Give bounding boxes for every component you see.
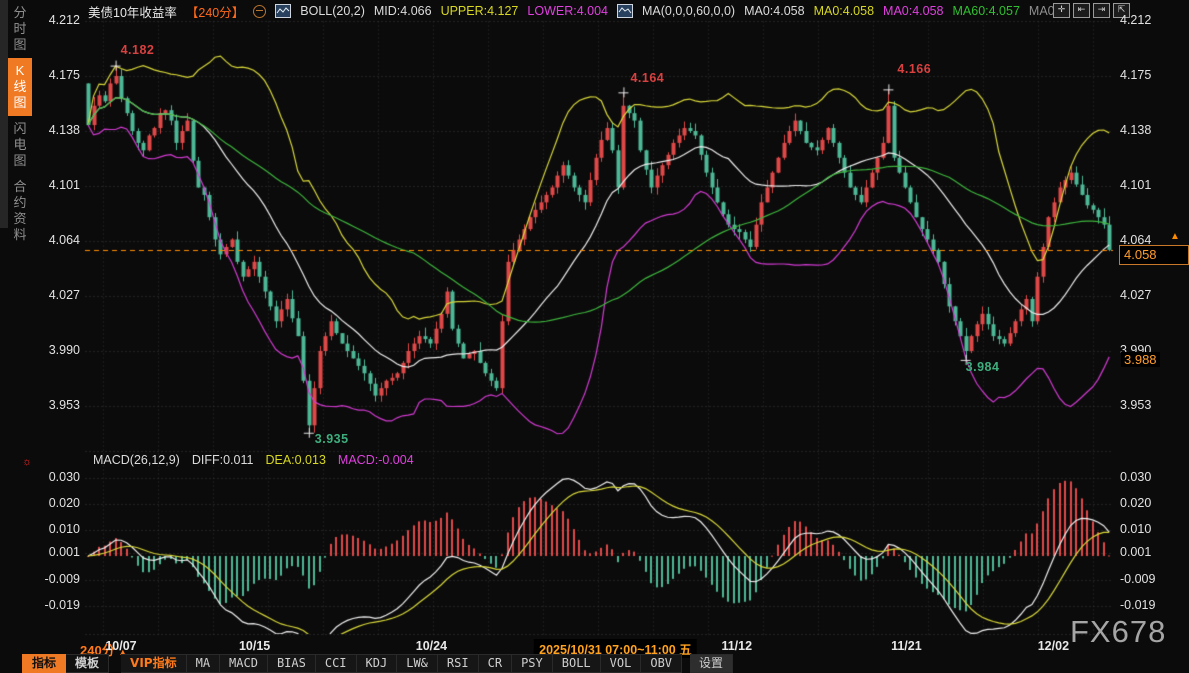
macd-header: MACD(26,12,9) DIFF:0.011 DEA:0.013 MACD:…	[93, 453, 414, 467]
axis-tick: 4.064	[34, 233, 80, 247]
axis-tick: -0.019	[34, 598, 80, 612]
sidebar-item-contract-info[interactable]: 合约资料	[8, 174, 32, 248]
ma-indicator-icon	[617, 4, 633, 18]
boll-lower-value: LOWER:4.004	[527, 4, 608, 18]
ma0-yellow-value: MA0:4.058	[814, 4, 874, 18]
ma0-magenta-value: MA0:4.058	[883, 4, 943, 18]
macd-diff-value: DIFF:0.011	[192, 453, 254, 467]
axis-tick: 4.101	[34, 178, 80, 192]
time-label: 12/02	[1038, 639, 1069, 653]
macd-dea-value: DEA:0.013	[265, 453, 325, 467]
toolbar-button-kdj[interactable]: KDJ	[357, 654, 398, 673]
toolbar-button-cci[interactable]: CCI	[316, 654, 357, 673]
toolbar-button-vol[interactable]: VOL	[601, 654, 642, 673]
right-axis: 4.2124.1754.1384.1014.0644.0273.9903.953…	[1120, 0, 1184, 640]
app-window: { "header": { "title": "美债10年收益率", "peri…	[0, 0, 1189, 673]
time-axis: 10/0710/1510/242025/10/31 07:00~11:00 五1…	[30, 638, 1189, 654]
boll-label: BOLL(20,2)	[300, 4, 365, 18]
indicator-toolbar: 指标模板 VIP指标MAMACDBIASCCIKDJLW&RSICRPSYBOLL…	[22, 654, 733, 673]
sidebar-item-kline-chart[interactable]: K线图	[8, 58, 32, 116]
boll-mid-value: MID:4.066	[374, 4, 432, 18]
axis-tick: 0.020	[34, 496, 80, 510]
toolbar-button-ma[interactable]: MA	[187, 654, 220, 673]
axis-tick: 3.990	[34, 343, 80, 357]
axis-tick: 4.212	[1120, 13, 1184, 27]
chart-tool-icons: ✛ ⇤ ⇥ ⇱	[1053, 3, 1130, 18]
price-annotation: 4.164	[630, 71, 664, 85]
axis-tick: 4.138	[1120, 123, 1184, 137]
collapse-icon[interactable]	[253, 5, 266, 18]
instrument-title: 美债10年收益率	[88, 2, 177, 21]
axis-tick: 0.030	[34, 470, 80, 484]
time-label: 10/15	[239, 639, 270, 653]
axis-tick: 0.001	[1120, 545, 1184, 559]
price-annotation: 4.166	[897, 62, 931, 76]
macd-label: MACD(26,12,9)	[93, 453, 180, 467]
secondary-price-tag: 3.988	[1121, 352, 1160, 367]
sidebar-item-flash-chart[interactable]: 闪电图	[8, 116, 32, 174]
time-label: 11/12	[721, 639, 752, 653]
axis-tick: -0.009	[34, 572, 80, 586]
sidebar-item-time-chart[interactable]: 分时图	[8, 0, 32, 58]
toolbar-button-vip[interactable]: VIP指标	[121, 654, 187, 673]
axis-tick: 4.175	[34, 68, 80, 82]
macd-settings-icon[interactable]: ☼	[22, 456, 32, 468]
toolbar-button-[interactable]: 模板	[66, 654, 109, 673]
chart-header: 美债10年收益率 【240分】 BOLL(20,2) MID:4.066 UPP…	[30, 2, 1189, 20]
axis-tick: 0.001	[34, 545, 80, 559]
axis-tick: 4.027	[1120, 288, 1184, 302]
toolbar-button-lw[interactable]: LW&	[397, 654, 438, 673]
price-annotation: 3.935	[315, 432, 349, 446]
toolbar-button-rsi[interactable]: RSI	[438, 654, 479, 673]
boll-upper-value: UPPER:4.127	[441, 4, 519, 18]
axis-left-icon[interactable]: ⇤	[1073, 3, 1090, 18]
period-badge[interactable]: 【240分】	[186, 2, 244, 21]
time-label: 10/24	[416, 639, 447, 653]
current-price-tag: 4.058	[1119, 245, 1189, 265]
ma-label: MA(0,0,0,60,0,0)	[642, 4, 735, 18]
view-sidebar: 分时图 K线图 闪电图 合约资料	[8, 0, 32, 673]
chart-canvas[interactable]	[0, 0, 1189, 673]
axis-tick: 0.030	[1120, 470, 1184, 484]
toolbar-button-bias[interactable]: BIAS	[268, 654, 316, 673]
toolbar-button-psy[interactable]: PSY	[512, 654, 553, 673]
toolbar-button-obv[interactable]: OBV	[641, 654, 682, 673]
toolbar-button-[interactable]: 设置	[690, 654, 733, 673]
price-annotation: 4.182	[121, 43, 155, 57]
axis-tick: 3.953	[1120, 398, 1184, 412]
price-annotation: 3.984	[966, 360, 1000, 374]
time-label: 10/07	[105, 639, 136, 653]
macd-macd-value: MACD:-0.004	[338, 453, 414, 467]
toolbar-button-macd[interactable]: MACD	[220, 654, 268, 673]
axis-tick: 0.010	[1120, 522, 1184, 536]
crosshair-icon[interactable]: ✛	[1053, 3, 1070, 18]
toolbar-button-[interactable]: 指标	[22, 654, 66, 673]
sidebar-edge-strip	[0, 0, 8, 228]
ma0-white-value: MA0:4.058	[744, 4, 804, 18]
axis-tick: 4.138	[34, 123, 80, 137]
axis-tick: 4.101	[1120, 178, 1184, 192]
axis-tick: 0.010	[34, 522, 80, 536]
toolbar-button-cr[interactable]: CR	[479, 654, 512, 673]
axis-tick: 0.020	[1120, 496, 1184, 510]
toolbar-button-boll[interactable]: BOLL	[553, 654, 601, 673]
axis-tick: 4.212	[34, 13, 80, 27]
price-arrow-icon: ▲	[1170, 231, 1180, 242]
axis-right-icon[interactable]: ⇥	[1093, 3, 1110, 18]
axis-tick: 3.953	[34, 398, 80, 412]
left-axis: 4.212 4.175 4.138 4.101 4.064 4.027 3.990 3.953…	[34, 0, 80, 640]
axis-tick: 4.027	[34, 288, 80, 302]
axis-tick: -0.009	[1120, 572, 1184, 586]
axis-tick: 4.175	[1120, 68, 1184, 82]
time-label: 11/21	[891, 639, 922, 653]
axis-tick: -0.019	[1120, 598, 1184, 612]
ma60-value: MA60:4.057	[953, 4, 1020, 18]
boll-indicator-icon	[275, 4, 291, 18]
